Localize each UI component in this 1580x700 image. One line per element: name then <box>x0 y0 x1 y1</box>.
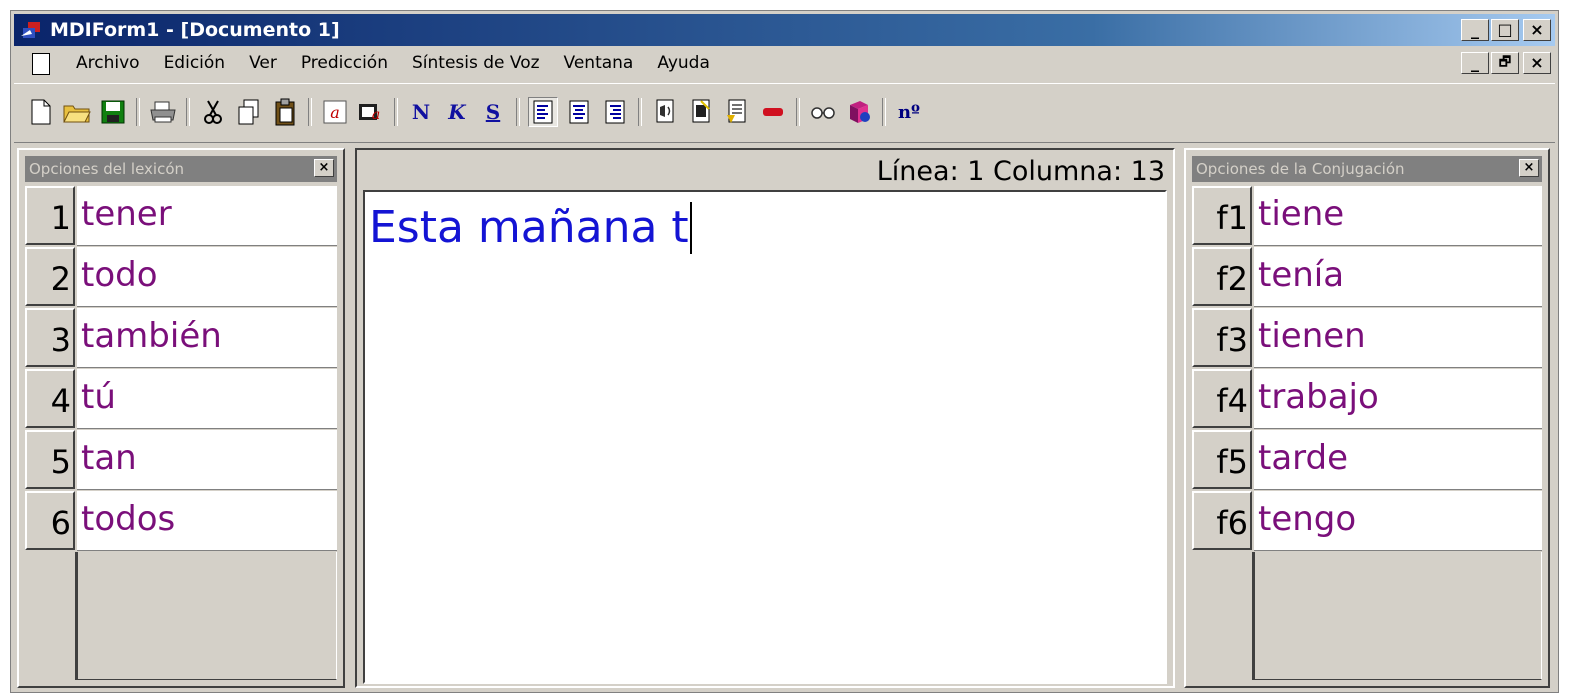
align-right-icon[interactable] <box>600 97 630 127</box>
editor-text: Esta mañana t <box>369 202 692 254</box>
font-icon[interactable]: a <box>320 97 350 127</box>
toolbar: a a N K S nº <box>14 83 1555 143</box>
conjugation-panel: Opciones de la Conjugación × f1 tiene f2… <box>1184 148 1550 688</box>
eraser-icon[interactable] <box>758 97 788 127</box>
conjugation-row: f4 trabajo <box>1192 369 1542 430</box>
lexicon-row: 1 tener <box>25 186 337 247</box>
conjugation-row: f5 tarde <box>1192 430 1542 491</box>
conjugation-key-f1[interactable]: f1 <box>1192 186 1252 245</box>
new-document-icon[interactable] <box>26 97 56 127</box>
conjugation-key-f3[interactable]: f3 <box>1192 308 1252 367</box>
align-left-icon[interactable] <box>528 97 558 127</box>
window-title: MDIForm1 - [Documento 1] <box>50 19 340 41</box>
read-icon[interactable] <box>722 97 752 127</box>
print-icon[interactable] <box>148 97 178 127</box>
conjugation-key-f4[interactable]: f4 <box>1192 369 1252 428</box>
child-restore-button[interactable]: 🗗 <box>1491 52 1519 74</box>
lexicon-panel-title: Opciones del lexicón × <box>25 156 337 182</box>
menu-edicion[interactable]: Edición <box>164 53 226 73</box>
menu-ayuda[interactable]: Ayuda <box>657 53 710 73</box>
svg-text:a: a <box>372 107 380 123</box>
stop-icon[interactable] <box>686 97 716 127</box>
document-area: Línea: 1 Columna: 13 Esta mañana t <box>355 148 1175 688</box>
lexicon-word[interactable]: tan <box>77 430 337 490</box>
conjugation-key-f2[interactable]: f2 <box>1192 247 1252 306</box>
lexicon-key-5[interactable]: 5 <box>25 430 75 489</box>
copy-icon[interactable] <box>234 97 264 127</box>
lexicon-panel: Opciones del lexicón × 1 tener 2 todo 3 … <box>17 148 345 688</box>
number-icon[interactable]: nº <box>894 97 924 127</box>
lexicon-key-4[interactable]: 4 <box>25 369 75 428</box>
conjugation-row: f3 tienen <box>1192 308 1542 369</box>
lexicon-key-6[interactable]: 6 <box>25 491 75 550</box>
child-minimize-button[interactable]: _ <box>1461 52 1489 74</box>
menu-prediccion[interactable]: Predicción <box>301 53 388 73</box>
cursor-status: Línea: 1 Columna: 13 <box>876 156 1165 187</box>
conjugation-key-f5[interactable]: f5 <box>1192 430 1252 489</box>
conjugation-panel-title: Opciones de la Conjugación × <box>1192 156 1542 182</box>
lexicon-row: 4 tú <box>25 369 337 430</box>
conjugation-word[interactable]: tengo <box>1254 491 1542 551</box>
conjugation-key-f6[interactable]: f6 <box>1192 491 1252 550</box>
minimize-button[interactable]: _ <box>1461 19 1489 41</box>
open-folder-icon[interactable] <box>62 97 92 127</box>
lexicon-row: 3 también <box>25 308 337 369</box>
lexicon-row: 2 todo <box>25 247 337 308</box>
lexicon-divider <box>75 552 77 680</box>
lexicon-word[interactable]: todos <box>77 491 337 551</box>
lexicon-word[interactable]: todo <box>77 247 337 307</box>
lexicon-word[interactable]: también <box>77 308 337 368</box>
child-close-button[interactable]: × <box>1523 52 1551 74</box>
font-color-icon[interactable]: a <box>356 97 386 127</box>
bold-icon[interactable]: N <box>406 97 436 127</box>
app-window: MDIForm1 - [Documento 1] _ □ × Archivo E… <box>10 10 1559 693</box>
conjugation-row: f1 tiene <box>1192 186 1542 247</box>
lexicon-list: 1 tener 2 todo 3 también 4 tú 5 tan 6 to… <box>25 186 337 680</box>
conjugation-word[interactable]: tarde <box>1254 430 1542 490</box>
lexicon-word[interactable]: tener <box>77 186 337 246</box>
glasses-icon[interactable] <box>808 97 838 127</box>
app-icon <box>21 22 40 38</box>
conjugation-list: f1 tiene f2 tenía f3 tienen f4 trabajo f… <box>1192 186 1542 680</box>
conjugation-row: f6 tengo <box>1192 491 1542 552</box>
conjugation-divider <box>1252 552 1254 680</box>
paste-icon[interactable] <box>270 97 300 127</box>
speak-icon[interactable] <box>650 97 680 127</box>
conjugation-row: f2 tenía <box>1192 247 1542 308</box>
text-caret <box>689 202 692 254</box>
dictionary-icon[interactable] <box>844 97 874 127</box>
lexicon-key-3[interactable]: 3 <box>25 308 75 367</box>
lexicon-close-button[interactable]: × <box>314 159 334 177</box>
conjugation-word[interactable]: tenía <box>1254 247 1542 307</box>
menu-ver[interactable]: Ver <box>249 53 277 73</box>
conjugation-close-button[interactable]: × <box>1519 159 1539 177</box>
menu-sintesis-de-voz[interactable]: Síntesis de Voz <box>412 53 540 73</box>
menu-archivo[interactable]: Archivo <box>76 53 140 73</box>
save-icon[interactable] <box>98 97 128 127</box>
lexicon-key-2[interactable]: 2 <box>25 247 75 306</box>
underline-icon[interactable]: S <box>478 97 508 127</box>
lexicon-word[interactable]: tú <box>77 369 337 429</box>
conjugation-word[interactable]: trabajo <box>1254 369 1542 429</box>
menu-bar: Archivo Edición Ver Predicción Síntesis … <box>14 49 1555 79</box>
lexicon-list-empty-area <box>77 552 337 680</box>
conjugation-word[interactable]: tiene <box>1254 186 1542 246</box>
close-button[interactable]: × <box>1523 19 1551 41</box>
conjugation-word[interactable]: tienen <box>1254 308 1542 368</box>
cut-icon[interactable] <box>198 97 228 127</box>
menu-ventana[interactable]: Ventana <box>564 53 634 73</box>
lexicon-row: 6 todos <box>25 491 337 552</box>
svg-text:a: a <box>330 103 340 122</box>
lexicon-row: 5 tan <box>25 430 337 491</box>
text-editor[interactable]: Esta mañana t <box>363 190 1167 684</box>
italic-icon[interactable]: K <box>442 97 472 127</box>
maximize-button[interactable]: □ <box>1491 19 1519 41</box>
document-icon[interactable] <box>32 53 50 75</box>
conjugation-list-empty-area <box>1254 552 1542 680</box>
title-bar[interactable]: MDIForm1 - [Documento 1] _ □ × <box>14 14 1555 46</box>
align-center-icon[interactable] <box>564 97 594 127</box>
lexicon-key-1[interactable]: 1 <box>25 186 75 245</box>
